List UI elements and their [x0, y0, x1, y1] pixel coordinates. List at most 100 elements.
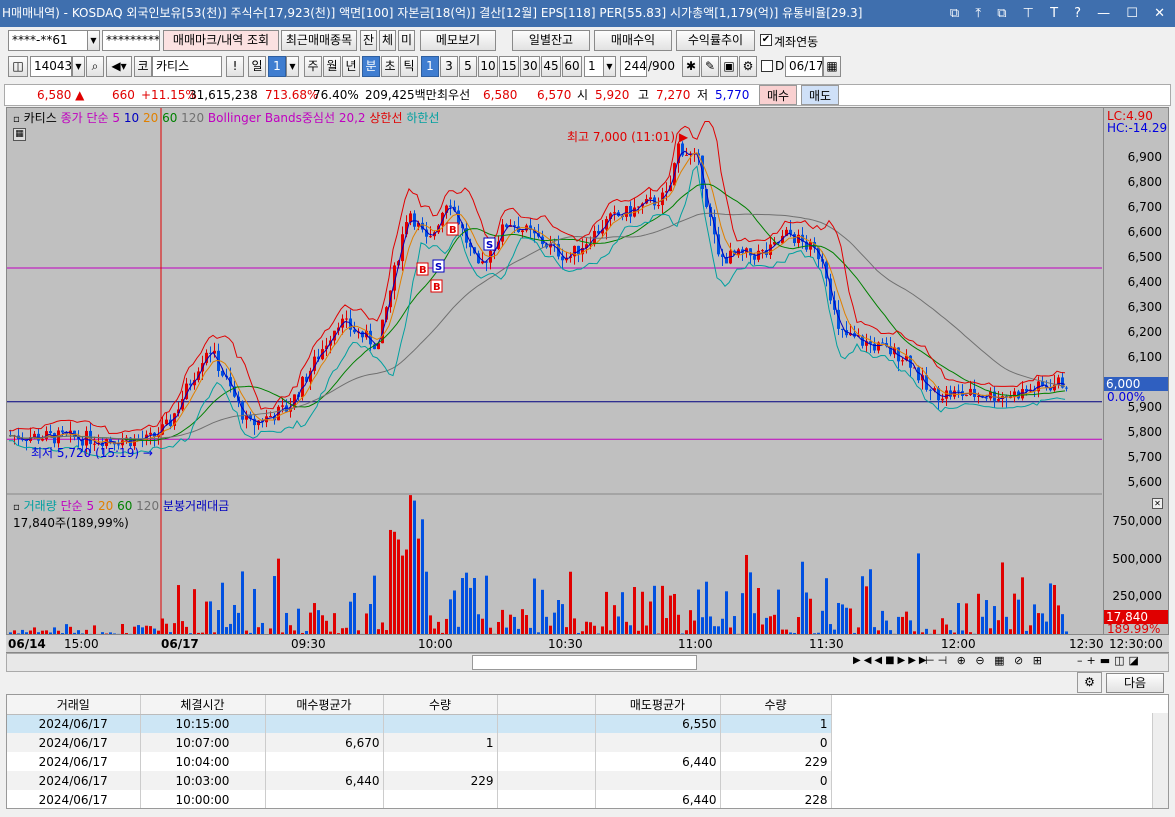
- market-button[interactable]: 코: [134, 56, 152, 77]
- interval-input[interactable]: 1: [584, 56, 604, 77]
- chart-tools-icon[interactable]: ⊢⊣ ⊕ ⊖ ▦ ⊘ ⊞: [925, 654, 1045, 667]
- best-bid: 6,570: [537, 88, 572, 102]
- sound-icon[interactable]: ◀▾: [106, 56, 132, 77]
- minute-option-5[interactable]: 5: [459, 56, 477, 77]
- period-minute-button[interactable]: 분: [362, 56, 380, 77]
- balance-button[interactable]: 잔: [360, 30, 377, 51]
- day-count-field[interactable]: 1: [268, 56, 286, 77]
- volume-bar: [145, 625, 148, 634]
- table-row[interactable]: 2024/06/17 10:04:00 6,440 229: [7, 752, 832, 771]
- period-year-button[interactable]: 년: [342, 56, 360, 77]
- minute-option-30[interactable]: 30: [520, 56, 540, 77]
- code-dropdown-icon[interactable]: ▼: [72, 56, 85, 77]
- volume-bar: [161, 618, 164, 634]
- calendar-icon[interactable]: ▦: [823, 56, 841, 77]
- trade-marker-label: B: [449, 225, 457, 236]
- minute-option-60[interactable]: 60: [562, 56, 582, 77]
- table-scrollbar[interactable]: [1152, 713, 1168, 808]
- layout-icon[interactable]: ◫: [8, 56, 28, 77]
- volume-bar: [1045, 621, 1048, 634]
- table-row[interactable]: 2024/06/17 10:03:00 6,440 229 0: [7, 771, 832, 790]
- candle-body: [997, 399, 1000, 401]
- zoom-controls-icon[interactable]: –+▬◫◪: [1077, 654, 1143, 667]
- candle-body: [33, 433, 36, 438]
- minute-option-3[interactable]: 3: [440, 56, 458, 77]
- high-annotation: 최고 7,000 (11:01) ▶: [567, 130, 689, 144]
- day-count-dropdown-icon[interactable]: ▼: [286, 56, 299, 77]
- minute-option-1[interactable]: 1: [421, 56, 439, 77]
- tab-recent-items[interactable]: 최근매매종목: [281, 30, 357, 51]
- settings-gear-icon[interactable]: ⚙: [1077, 672, 1102, 693]
- volume-bar: [545, 616, 548, 634]
- next-button[interactable]: 다음: [1106, 673, 1164, 693]
- chart-scrollbar[interactable]: ▶◀◀■▶▶▶ ⊢⊣ ⊕ ⊖ ▦ ⊘ ⊞ –+▬◫◪: [6, 653, 1169, 672]
- indicator-icon[interactable]: ✱: [682, 56, 700, 77]
- volume-bar: [553, 612, 556, 634]
- period-week-button[interactable]: 주: [304, 56, 322, 77]
- draw-tool-icon[interactable]: ✎: [701, 56, 719, 77]
- minute-option-15[interactable]: 15: [499, 56, 519, 77]
- alert-button[interactable]: !: [226, 56, 244, 77]
- y-tick: 6,300: [1127, 300, 1162, 314]
- save-icon[interactable]: ▣: [720, 56, 738, 77]
- period-day-button[interactable]: 일: [248, 56, 266, 77]
- tab-trade-marks[interactable]: 매매마크/내역 조회: [163, 30, 279, 51]
- col-buy-qty[interactable]: 수량: [383, 695, 498, 715]
- volume-bar: [589, 622, 592, 634]
- filled-button[interactable]: 체: [379, 30, 396, 51]
- volume-bar: [69, 626, 72, 634]
- volume-bar: [317, 610, 320, 634]
- volume-tick: 750,000: [1112, 514, 1162, 528]
- collapse-icon[interactable]: ✕: [1152, 498, 1163, 509]
- volume-bar: [805, 592, 808, 634]
- col-sell-avg[interactable]: 매도평균가: [595, 695, 721, 715]
- period-month-button[interactable]: 월: [323, 56, 341, 77]
- stock-code-input[interactable]: 140430: [30, 56, 72, 77]
- candle-body: [957, 390, 960, 392]
- memo-button[interactable]: 메모보기: [420, 30, 496, 51]
- account-select[interactable]: ****-**61: [8, 30, 88, 51]
- chart-plot[interactable]: 최고 7,000 (11:01) ▶최저 5,720 (15:19) →B SBS…: [7, 108, 1102, 653]
- playback-controls-icon[interactable]: ▶◀◀■▶▶▶: [853, 655, 930, 666]
- unfilled-button[interactable]: 미: [398, 30, 415, 51]
- date-input[interactable]: 06/17: [785, 56, 823, 77]
- col-buy-avg[interactable]: 매수평균가: [265, 695, 384, 715]
- col-exec-time[interactable]: 체결시간: [140, 695, 266, 715]
- col-trade-date[interactable]: 거래일: [7, 695, 141, 715]
- stock-name-field[interactable]: 카티스: [152, 56, 222, 77]
- table-row[interactable]: 2024/06/17 10:07:00 6,670 1 0: [7, 733, 832, 752]
- minute-option-10[interactable]: 10: [478, 56, 498, 77]
- table-cell: 0: [720, 771, 832, 790]
- volume-bar: [941, 618, 944, 634]
- return-trend-button[interactable]: 수익률추이: [676, 30, 755, 51]
- password-field[interactable]: *********: [102, 30, 160, 51]
- gear-icon[interactable]: ⚙: [739, 56, 757, 77]
- table-row[interactable]: 2024/06/17 10:00:00 6,440 228: [7, 790, 832, 808]
- scroll-thumb[interactable]: [472, 655, 697, 670]
- volume-bar: [501, 609, 504, 634]
- volume-bar: [661, 585, 664, 634]
- sell-button[interactable]: 매도: [801, 85, 839, 105]
- period-tick-button[interactable]: 틱: [400, 56, 418, 77]
- buy-button[interactable]: 매수: [759, 85, 797, 105]
- date-checkbox[interactable]: [761, 60, 773, 72]
- stock-chart[interactable]: 최고 7,000 (11:01) ▶ 최저 5,720 (15:19) → B S B S…: [6, 107, 1169, 653]
- window-controls[interactable]: ⧉ ⤒ ⧉ ⊤ T ? — ☐ ✕: [950, 0, 1171, 27]
- link-account-checkbox[interactable]: ✔: [760, 34, 772, 46]
- account-dropdown-icon[interactable]: ▼: [87, 30, 100, 51]
- interval-dropdown-icon[interactable]: ▼: [603, 56, 616, 77]
- period-second-button[interactable]: 초: [381, 56, 399, 77]
- display-count-input[interactable]: 244: [620, 56, 647, 77]
- table-row[interactable]: 2024/06/17 10:15:00 6,550 1: [7, 714, 832, 733]
- time-axis: 06/14 15:00 06/17 09:30 10:00 10:30 11:0…: [6, 634, 1169, 652]
- table-toggle-icon[interactable]: ▦: [13, 128, 26, 141]
- volume-bar: [185, 626, 188, 634]
- col-sell-qty[interactable]: 수량: [720, 695, 832, 715]
- minute-option-45[interactable]: 45: [541, 56, 561, 77]
- trade-profit-button[interactable]: 매매수익: [594, 30, 672, 51]
- volume-bar: [629, 625, 632, 634]
- search-icon[interactable]: ⌕: [86, 56, 104, 77]
- volume-bar: [241, 571, 244, 634]
- volume-bar: [1053, 584, 1056, 634]
- daily-balance-button[interactable]: 일별잔고: [512, 30, 590, 51]
